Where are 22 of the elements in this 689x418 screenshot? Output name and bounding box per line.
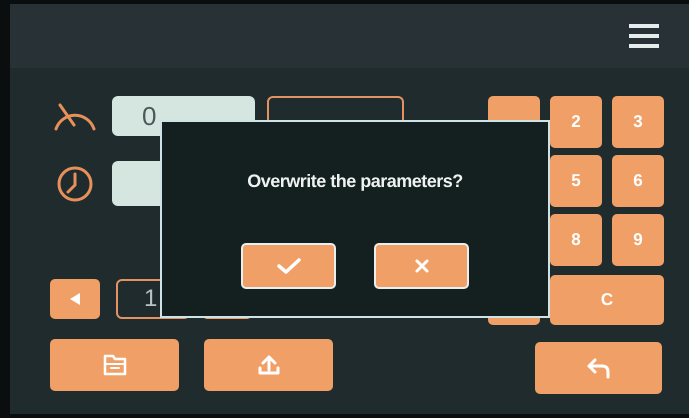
close-icon [414, 258, 430, 274]
confirm-button[interactable] [241, 243, 336, 289]
dialog-message: Overwrite the parameters? [247, 170, 463, 193]
left-triangle-icon [68, 292, 82, 306]
check-icon [276, 257, 302, 275]
folder-icon [102, 354, 126, 376]
keypad-key[interactable]: 5 [550, 155, 602, 207]
keypad-key[interactable]: 2 [550, 96, 602, 148]
menu-icon [627, 23, 661, 49]
upload-icon [256, 354, 280, 376]
back-arrow-icon [586, 357, 612, 379]
folder-button[interactable] [50, 339, 179, 391]
keypad-key[interactable]: 9 [612, 214, 664, 266]
keypad-key[interactable]: 3 [612, 96, 664, 148]
clear-key[interactable]: C [550, 275, 664, 325]
keypad-key[interactable]: 8 [550, 214, 602, 266]
cancel-button[interactable] [374, 243, 469, 289]
keypad-key[interactable]: 6 [612, 155, 664, 207]
previous-button[interactable] [50, 279, 100, 319]
back-button[interactable] [535, 342, 662, 394]
menu-button[interactable] [627, 23, 661, 49]
upload-button[interactable] [204, 339, 333, 391]
